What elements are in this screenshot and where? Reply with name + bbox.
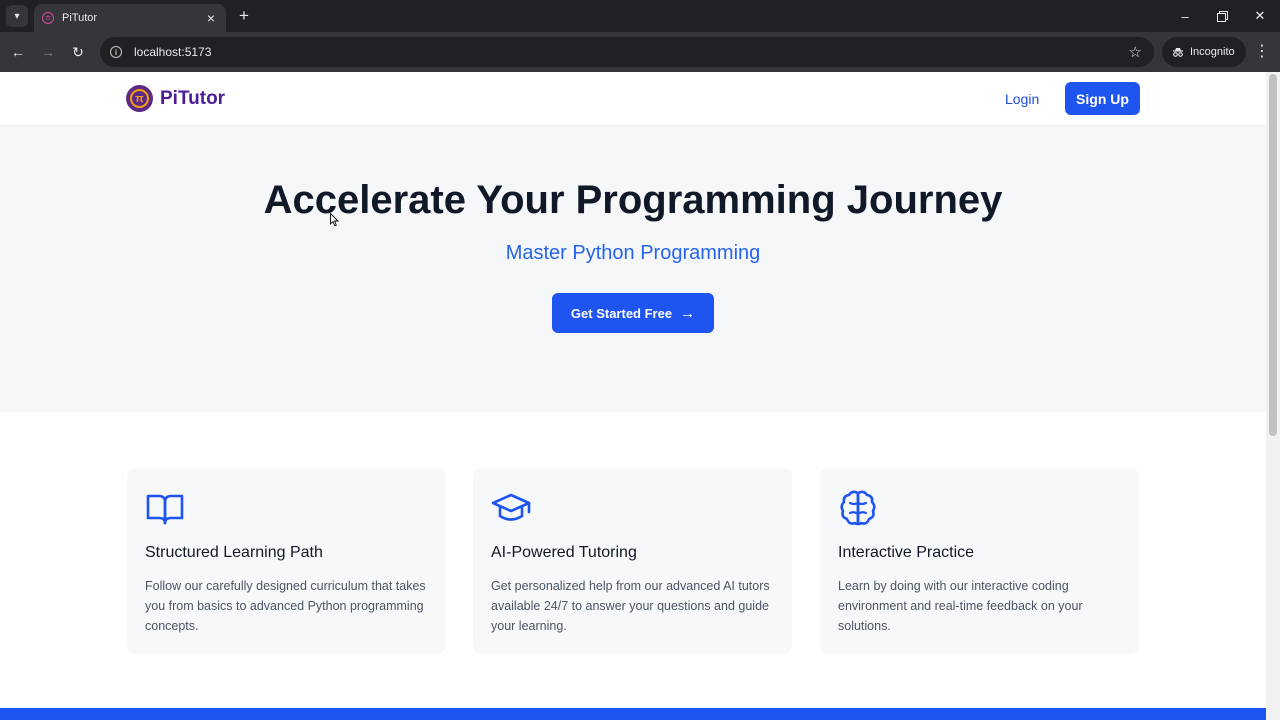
incognito-icon [1173,48,1183,57]
feature-card-interactive-practice: Interactive Practice Learn by doing with… [820,468,1139,654]
tab-search-button[interactable]: ▾ [6,5,28,27]
brand-name: PiTutor [160,87,226,109]
scrollbar-thumb[interactable] [1269,74,1277,436]
login-link[interactable]: Login [1005,91,1039,107]
feature-description: Follow our carefully designed curriculum… [145,579,426,633]
browser-menu-icon[interactable]: ⋮ [1254,42,1270,62]
footer-cta-band [0,708,1266,720]
browser-toolbar: ← → ↻ i localhost:5173 ☆ Incognito ⋮ [0,32,1280,72]
tab-title: PiTutor [62,12,98,24]
book-open-icon [146,494,184,525]
mouse-cursor-icon [330,213,339,227]
hero-title: Accelerate Your Programming Journey [263,178,1003,222]
feature-card-ai-tutoring: AI-Powered Tutoring Get personalized hel… [473,468,792,654]
arrow-right-icon: → [680,304,696,322]
site-info-icon[interactable]: i [110,46,122,58]
browser-tab[interactable]: π PiTutor × [34,4,226,32]
brand-logo-link[interactable]: π PiTutor [126,85,225,112]
close-tab-icon[interactable]: × [204,10,218,26]
restore-icon[interactable] [1212,6,1232,26]
new-tab-button[interactable]: + [234,6,254,26]
url-text: localhost:5173 [134,45,212,59]
hero-subtitle: Master Python Programming [505,242,761,264]
incognito-label: Incognito [1190,46,1235,58]
graduation-cap-icon [491,493,531,521]
get-started-button[interactable]: Get Started Free → [552,293,714,333]
pi-logo-icon: π [126,85,153,112]
page-scrollbar[interactable] [1266,72,1280,720]
signup-button[interactable]: Sign Up [1065,82,1140,115]
feature-description: Get personalized help from our advanced … [491,579,770,633]
brain-icon [840,490,876,526]
browser-tab-strip: ▾ π PiTutor × + – ✕ [0,0,1280,32]
bookmark-star-icon[interactable]: ☆ [1129,43,1142,61]
back-icon[interactable]: ← [8,42,28,62]
forward-icon[interactable]: → [38,42,58,62]
pitutor-favicon-icon: π [42,12,54,24]
feature-title: Interactive Practice [838,544,975,561]
feature-description: Learn by doing with our interactive codi… [838,579,1083,633]
site-header: π PiTutor Login Sign Up [0,72,1266,126]
feature-title: Structured Learning Path [145,544,323,561]
address-bar[interactable]: i localhost:5173 ☆ [100,37,1154,67]
reload-icon[interactable]: ↻ [68,42,88,62]
incognito-badge[interactable]: Incognito [1162,37,1246,67]
page-viewport: π PiTutor Login Sign Up Accelerate Your … [0,72,1280,720]
get-started-label: Get Started Free [570,305,673,321]
feature-title: AI-Powered Tutoring [491,544,637,561]
hero-section: Accelerate Your Programming Journey Mast… [0,126,1266,412]
close-window-icon[interactable]: ✕ [1250,6,1270,26]
feature-card-structured-learning: Structured Learning Path Follow our care… [127,468,446,654]
minimize-icon[interactable]: – [1175,6,1195,26]
